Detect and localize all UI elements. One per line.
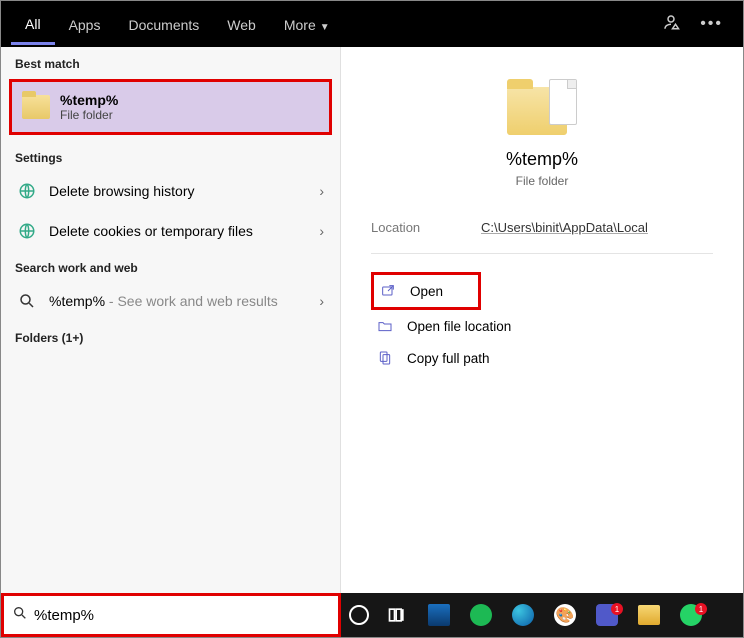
results-panel: Best match %temp% File folder Settings D… — [1, 47, 341, 593]
search-filter-tabs: All Apps Documents Web More▼ ••• — [1, 1, 743, 47]
section-search-work-web: Search work and web — [1, 251, 340, 281]
notification-badge: 1 — [611, 603, 623, 615]
section-settings: Settings — [1, 141, 340, 171]
open-icon — [380, 283, 396, 299]
tab-more[interactable]: More▼ — [270, 5, 344, 43]
chevron-down-icon: ▼ — [320, 22, 330, 33]
location-value[interactable]: C:\Users\binit\AppData\Local — [481, 220, 648, 235]
best-match-result[interactable]: %temp% File folder — [9, 79, 332, 135]
search-icon — [17, 291, 37, 311]
best-match-title: %temp% — [60, 92, 118, 108]
preview-panel: %temp% File folder Location C:\Users\bin… — [341, 47, 743, 593]
setting-delete-history[interactable]: Delete browsing history › — [1, 171, 340, 211]
copy-icon — [377, 350, 393, 366]
paint-icon[interactable]: 🎨 — [551, 601, 579, 629]
whatsapp-icon[interactable]: 1 — [677, 601, 705, 629]
task-view-icon[interactable] — [383, 601, 411, 629]
web-search-suggestion[interactable]: %temp% - See work and web results › — [1, 281, 340, 321]
search-box[interactable] — [1, 593, 341, 637]
tab-web[interactable]: Web — [213, 5, 270, 43]
tab-apps[interactable]: Apps — [55, 5, 115, 43]
preview-subtitle: File folder — [371, 174, 713, 188]
tab-documents[interactable]: Documents — [114, 5, 213, 43]
tab-all[interactable]: All — [11, 4, 55, 45]
best-match-subtitle: File folder — [60, 108, 118, 122]
folder-large-icon — [507, 77, 577, 135]
feedback-icon[interactable] — [662, 13, 680, 36]
location-row: Location C:\Users\binit\AppData\Local — [371, 214, 713, 254]
cortana-icon[interactable] — [349, 605, 369, 625]
spotify-icon[interactable] — [467, 601, 495, 629]
action-open[interactable]: Open — [371, 272, 481, 310]
notification-badge: 1 — [695, 603, 707, 615]
action-copy-path[interactable]: Copy full path — [371, 342, 713, 374]
setting-delete-cookies[interactable]: Delete cookies or temporary files › — [1, 211, 340, 251]
file-explorer-icon[interactable] — [635, 601, 663, 629]
taskbar: 🎨 1 1 — [341, 593, 743, 637]
section-folders: Folders (1+) — [1, 321, 340, 351]
search-input[interactable] — [34, 607, 330, 624]
search-icon — [12, 605, 28, 626]
edge-icon[interactable] — [509, 601, 537, 629]
section-best-match: Best match — [1, 47, 340, 77]
folder-open-icon — [377, 318, 393, 334]
microsoft-store-icon[interactable] — [425, 601, 453, 629]
preview-title: %temp% — [371, 149, 713, 170]
chevron-right-icon: › — [319, 293, 324, 309]
folder-icon — [22, 95, 50, 119]
chevron-right-icon: › — [319, 183, 324, 199]
more-options-icon[interactable]: ••• — [700, 15, 723, 33]
location-label: Location — [371, 220, 441, 235]
chevron-right-icon: › — [319, 223, 324, 239]
globe-icon — [17, 181, 37, 201]
action-open-location[interactable]: Open file location — [371, 310, 713, 342]
globe-icon — [17, 221, 37, 241]
teams-icon[interactable]: 1 — [593, 601, 621, 629]
